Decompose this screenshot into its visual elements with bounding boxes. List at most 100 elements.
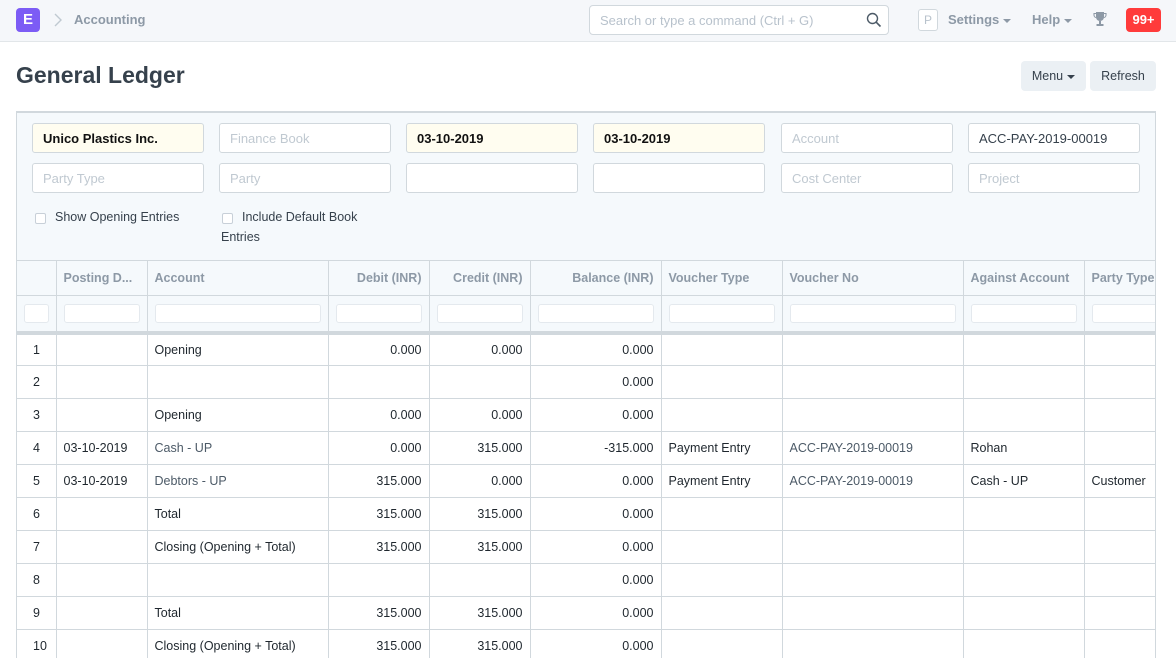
posting-date-cell[interactable] — [55, 332, 148, 366]
account-link[interactable]: Cash - UP — [155, 441, 213, 455]
table-row[interactable]: 8 0.000 — [17, 563, 1155, 597]
column-header-posting-date[interactable]: Posting D... — [55, 260, 148, 296]
table-row[interactable]: 9 Total 315.000 315.000 0.000 — [17, 596, 1155, 630]
row-index[interactable]: 4 — [17, 431, 57, 465]
filter-account-input[interactable] — [154, 303, 321, 323]
voucher-no-link[interactable]: ACC-PAY-2019-00019 — [790, 474, 913, 488]
party-type-cell[interactable] — [1083, 563, 1155, 597]
row-index[interactable]: 1 — [17, 332, 57, 366]
row-index[interactable]: 10 — [17, 629, 57, 658]
debit-cell[interactable] — [327, 365, 430, 399]
app-logo[interactable]: E — [16, 8, 40, 32]
account-cell[interactable]: Opening — [146, 332, 329, 366]
filter-credit-input[interactable] — [436, 303, 523, 323]
debit-cell[interactable]: 315.000 — [327, 497, 430, 531]
voucher-type-cell[interactable]: Payment Entry — [660, 464, 783, 498]
voucher-no-cell[interactable] — [781, 332, 964, 366]
balance-cell[interactable]: 0.000 — [529, 464, 662, 498]
account-cell[interactable]: Total — [146, 596, 329, 630]
balance-cell[interactable]: 0.000 — [529, 497, 662, 531]
column-header-debit[interactable]: Debit (INR) — [327, 260, 430, 296]
voucher-no-cell[interactable] — [781, 563, 964, 597]
party-type-cell[interactable] — [1083, 398, 1155, 432]
debit-cell[interactable]: 0.000 — [327, 398, 430, 432]
row-index[interactable]: 5 — [17, 464, 57, 498]
avatar[interactable]: P — [918, 9, 938, 31]
balance-cell[interactable]: -315.000 — [529, 431, 662, 465]
row-index[interactable]: 9 — [17, 596, 57, 630]
trophy-icon[interactable] — [1093, 11, 1107, 27]
filter-voucher-type-input[interactable] — [668, 303, 775, 323]
company-field[interactable] — [32, 123, 204, 153]
table-row[interactable]: 1 Opening 0.000 0.000 0.000 — [17, 332, 1155, 366]
balance-cell[interactable]: 0.000 — [529, 332, 662, 366]
against-account-cell[interactable] — [962, 332, 1085, 366]
account-cell[interactable]: Cash - UP — [146, 431, 329, 465]
voucher-type-cell[interactable] — [660, 530, 783, 564]
table-row[interactable]: 7 Closing (Opening + Total) 315.000 315.000… — [17, 530, 1155, 564]
debit-cell[interactable]: 0.000 — [327, 431, 430, 465]
voucher-type-cell[interactable] — [660, 398, 783, 432]
voucher-no-cell[interactable] — [781, 398, 964, 432]
against-account-cell[interactable] — [962, 629, 1085, 658]
voucher-no-cell[interactable]: ACC-PAY-2019-00019 — [781, 464, 964, 498]
filter-party-type-input[interactable] — [1091, 303, 1155, 323]
table-row[interactable]: 2 0.000 — [17, 365, 1155, 399]
voucher-type-cell[interactable] — [660, 365, 783, 399]
credit-cell[interactable] — [428, 365, 531, 399]
posting-date-cell[interactable] — [55, 530, 148, 564]
credit-cell[interactable]: 315.000 — [428, 596, 531, 630]
help-dropdown[interactable]: Help — [1032, 12, 1073, 27]
voucher-no-link[interactable]: ACC-PAY-2019-00019 — [790, 441, 913, 455]
voucher-no-cell[interactable] — [781, 629, 964, 658]
table-row[interactable]: 5 03-10-2019 Debtors - UP 315.000 0.000 0.000… — [17, 464, 1155, 498]
account-cell[interactable] — [146, 365, 329, 399]
voucher-type-cell[interactable] — [660, 332, 783, 366]
cost-center-field[interactable] — [781, 163, 953, 193]
column-header-credit[interactable]: Credit (INR) — [428, 260, 531, 296]
party-type-cell[interactable] — [1083, 629, 1155, 658]
posting-date-cell[interactable]: 03-10-2019 — [55, 464, 148, 498]
table-row[interactable]: 3 Opening 0.000 0.000 0.000 — [17, 398, 1155, 432]
posting-date-cell[interactable] — [55, 365, 148, 399]
credit-cell[interactable]: 0.000 — [428, 332, 531, 366]
row-index[interactable]: 6 — [17, 497, 57, 531]
voucher-no-cell[interactable] — [781, 497, 964, 531]
extra-filter-field[interactable] — [593, 163, 765, 193]
account-field[interactable] — [781, 123, 953, 153]
to-date-field[interactable] — [593, 123, 765, 153]
against-account-cell[interactable] — [962, 596, 1085, 630]
column-header-against-account[interactable]: Against Account — [962, 260, 1085, 296]
balance-cell[interactable]: 0.000 — [529, 629, 662, 658]
debit-cell[interactable]: 315.000 — [327, 464, 430, 498]
voucher-no-cell[interactable]: ACC-PAY-2019-00019 — [781, 431, 964, 465]
search-input[interactable] — [590, 6, 850, 34]
column-header-voucher-no[interactable]: Voucher No — [781, 260, 964, 296]
table-row[interactable]: 6 Total 315.000 315.000 0.000 — [17, 497, 1155, 531]
column-header-voucher-type[interactable]: Voucher Type — [660, 260, 783, 296]
column-header-party-type[interactable]: Party Type — [1083, 260, 1155, 296]
voucher-type-cell[interactable] — [660, 563, 783, 597]
column-header-account[interactable]: Account — [146, 260, 329, 296]
project-field[interactable] — [968, 163, 1140, 193]
filter-posting-date-input[interactable] — [63, 303, 140, 323]
against-account-cell[interactable]: Rohan — [962, 431, 1085, 465]
against-account-cell[interactable] — [962, 497, 1085, 531]
posting-date-cell[interactable] — [55, 563, 148, 597]
voucher-type-cell[interactable] — [660, 629, 783, 658]
posting-date-cell[interactable] — [55, 596, 148, 630]
balance-cell[interactable]: 0.000 — [529, 365, 662, 399]
balance-cell[interactable]: 0.000 — [529, 563, 662, 597]
against-account-cell[interactable] — [962, 365, 1085, 399]
account-cell[interactable]: Debtors - UP — [146, 464, 329, 498]
column-header-balance[interactable]: Balance (INR) — [529, 260, 662, 296]
party-type-cell[interactable] — [1083, 332, 1155, 366]
credit-cell[interactable]: 0.000 — [428, 464, 531, 498]
group-by-field[interactable] — [406, 163, 578, 193]
voucher-no-cell[interactable] — [781, 365, 964, 399]
voucher-no-cell[interactable] — [781, 530, 964, 564]
voucher-type-cell[interactable] — [660, 497, 783, 531]
debit-cell[interactable]: 315.000 — [327, 629, 430, 658]
account-cell[interactable]: Closing (Opening + Total) — [146, 629, 329, 658]
debit-cell[interactable]: 315.000 — [327, 530, 430, 564]
